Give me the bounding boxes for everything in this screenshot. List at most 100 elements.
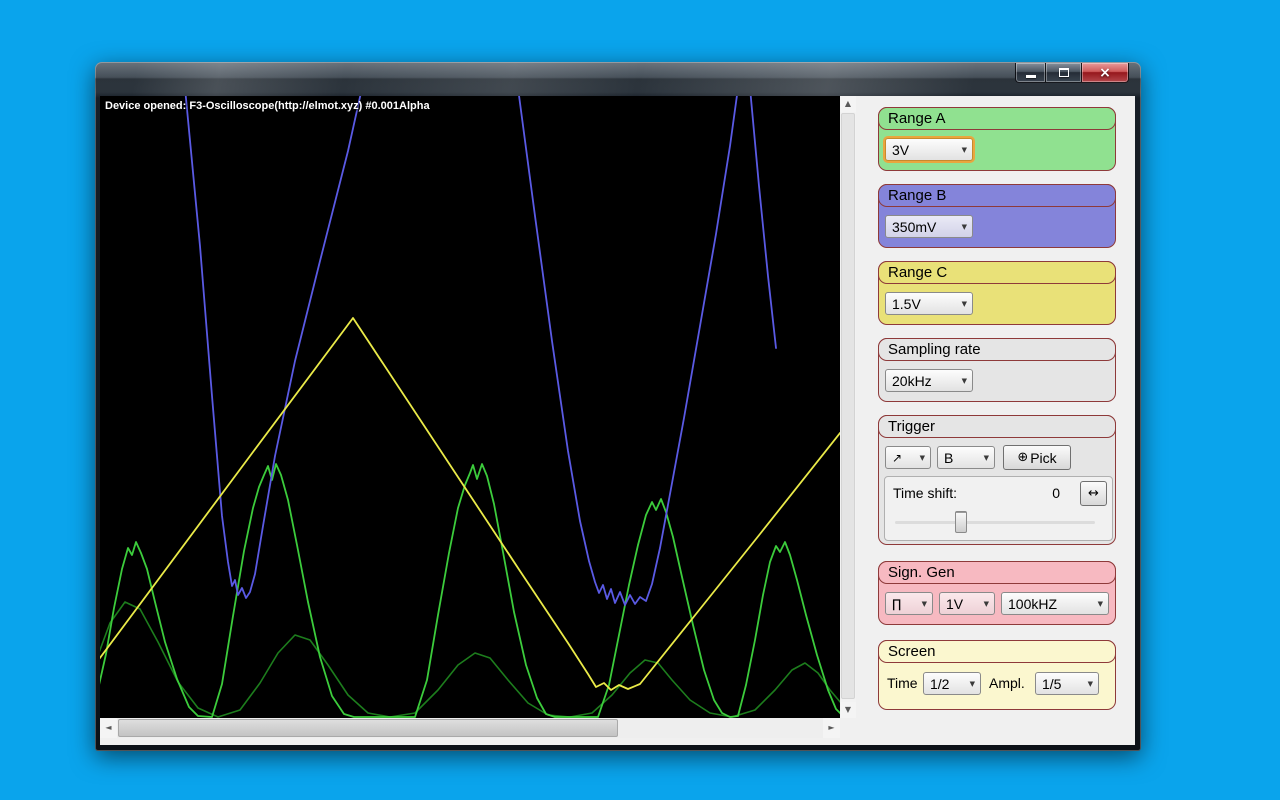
dropdown-arrow-icon: ▼	[1098, 600, 1103, 608]
signal-generator-title[interactable]: Sign. Gen	[878, 561, 1116, 584]
horizontal-arrows-icon: ↔	[1088, 486, 1099, 501]
screen-ampl-select[interactable]: 1/5 ▼	[1035, 672, 1099, 695]
screen-ampl-label: Ampl.	[989, 675, 1025, 691]
range-a-group: Range A 3V ▼	[878, 107, 1116, 171]
caption-buttons: ×	[1016, 63, 1129, 82]
range-b-label: Range B	[888, 187, 946, 204]
dropdown-arrow-icon: ▼	[1088, 680, 1093, 688]
square-wave-icon: ∏	[892, 597, 918, 611]
generator-frequency-value: 100kHZ	[1008, 596, 1094, 612]
scrollbar-corner	[840, 718, 856, 738]
sampling-rate-title[interactable]: Sampling rate	[878, 338, 1116, 361]
minimize-icon	[1026, 75, 1036, 78]
screen-label: Screen	[888, 643, 936, 660]
horizontal-scrollbar-thumb[interactable]	[118, 719, 618, 737]
scroll-down-button[interactable]: ▼	[840, 702, 856, 718]
scroll-right-icon: ►	[828, 724, 834, 732]
desktop: { "colors": { "desktop": "#0aa4ec", "sco…	[0, 0, 1280, 800]
waveform-select[interactable]: ∏ ▼	[885, 592, 933, 615]
trigger-edge-icon: ↗	[892, 451, 916, 465]
time-shift-box: Time shift: 0 ↔	[884, 476, 1113, 541]
range-a-label: Range A	[888, 110, 946, 127]
scroll-down-icon: ▼	[845, 706, 851, 714]
close-icon: ×	[1099, 66, 1111, 80]
trace-channel-blue	[750, 96, 776, 348]
range-b-group: Range B 350mV ▼	[878, 184, 1116, 248]
dropdown-arrow-icon: ▼	[984, 600, 989, 608]
range-c-select[interactable]: 1.5V ▼	[885, 292, 973, 315]
sampling-rate-group: Sampling rate 20kHz ▼	[878, 338, 1116, 402]
sampling-rate-select[interactable]: 20kHz ▼	[885, 369, 973, 392]
trigger-group: Trigger ↗ ▼ B ▼ ⊕ Pick Time shift: 0	[878, 415, 1116, 545]
titlebar[interactable]: ×	[95, 62, 1141, 96]
range-c-group: Range C 1.5V ▼	[878, 261, 1116, 325]
oscilloscope-display: Device opened: F3-Oscilloscope(http://el…	[100, 96, 840, 718]
time-shift-slider-thumb[interactable]	[955, 511, 967, 533]
sampling-rate-value: 20kHz	[892, 373, 958, 389]
screen-title[interactable]: Screen	[878, 640, 1116, 663]
range-c-label: Range C	[888, 264, 947, 281]
signal-generator-label: Sign. Gen	[888, 564, 955, 581]
range-b-select[interactable]: 350mV ▼	[885, 215, 973, 238]
dropdown-arrow-icon: ▼	[962, 300, 967, 308]
dropdown-arrow-icon: ▼	[962, 377, 967, 385]
control-panel: Range A 3V ▼ Range B 350mV ▼	[856, 96, 1135, 745]
dropdown-arrow-icon: ▼	[920, 454, 925, 462]
range-b-value: 350mV	[892, 219, 958, 235]
close-button[interactable]: ×	[1081, 63, 1129, 83]
dropdown-arrow-icon: ▼	[970, 680, 975, 688]
screen-ampl-value: 1/5	[1042, 676, 1084, 692]
range-c-title[interactable]: Range C	[878, 261, 1116, 284]
generator-frequency-select[interactable]: 100kHZ ▼	[1001, 592, 1109, 615]
trace-channel-blue	[185, 96, 362, 598]
screen-time-select[interactable]: 1/2 ▼	[923, 672, 981, 695]
trace-channel-green-dark	[100, 602, 840, 717]
range-b-title[interactable]: Range B	[878, 184, 1116, 207]
vertical-scrollbar[interactable]: ▲ ▼	[840, 96, 856, 718]
screen-time-value: 1/2	[930, 676, 966, 692]
dropdown-arrow-icon: ▼	[962, 223, 967, 231]
pick-crosshair-icon: ⊕	[1017, 450, 1028, 465]
time-shift-expand-button[interactable]: ↔	[1080, 481, 1107, 506]
time-shift-slider-track[interactable]	[895, 521, 1095, 524]
vertical-scrollbar-thumb[interactable]	[841, 113, 855, 699]
scroll-left-button[interactable]: ◄	[100, 718, 117, 738]
window-content: Device opened: F3-Oscilloscope(http://el…	[100, 96, 1135, 745]
dropdown-arrow-icon: ▼	[922, 600, 927, 608]
range-a-title[interactable]: Range A	[878, 107, 1116, 130]
screen-time-label: Time	[887, 675, 918, 691]
device-status-text: Device opened: F3-Oscilloscope(http://el…	[105, 100, 430, 112]
range-a-value: 3V	[892, 142, 958, 158]
pick-label: Pick	[1030, 450, 1056, 466]
scope-svg	[100, 96, 840, 718]
scroll-up-button[interactable]: ▲	[840, 96, 856, 112]
sampling-rate-label: Sampling rate	[888, 341, 981, 358]
maximize-button[interactable]	[1045, 63, 1082, 83]
titlebar-glass	[95, 62, 1141, 96]
trace-channel-green	[100, 464, 840, 717]
generator-level-select[interactable]: 1V ▼	[939, 592, 995, 615]
generator-level-value: 1V	[946, 596, 980, 612]
signal-generator-group: Sign. Gen ∏ ▼ 1V ▼ 100kHZ ▼	[878, 561, 1116, 625]
dropdown-arrow-icon: ▼	[962, 146, 967, 154]
scroll-right-button[interactable]: ►	[823, 718, 840, 738]
trigger-channel-select[interactable]: B ▼	[937, 446, 995, 469]
trace-channel-blue	[518, 96, 738, 605]
scroll-left-icon: ◄	[105, 724, 111, 732]
trigger-channel-value: B	[944, 450, 980, 466]
trigger-label: Trigger	[888, 418, 935, 435]
app-window: × Device opened: F3-Oscilloscope(http://…	[95, 62, 1141, 751]
horizontal-scrollbar[interactable]: ◄ ►	[100, 718, 840, 738]
time-shift-label: Time shift:	[893, 485, 957, 501]
trigger-pick-button[interactable]: ⊕ Pick	[1003, 445, 1071, 470]
scroll-up-icon: ▲	[845, 100, 851, 108]
trigger-edge-select[interactable]: ↗ ▼	[885, 446, 931, 469]
range-c-value: 1.5V	[892, 296, 958, 312]
dropdown-arrow-icon: ▼	[984, 454, 989, 462]
range-a-select[interactable]: 3V ▼	[885, 138, 973, 161]
maximize-icon	[1059, 68, 1069, 77]
minimize-button[interactable]	[1015, 63, 1046, 83]
time-shift-value: 0	[1052, 485, 1060, 501]
screen-group: Screen Time Ampl. 1/2 ▼ 1/5 ▼	[878, 640, 1116, 710]
trigger-title[interactable]: Trigger	[878, 415, 1116, 438]
